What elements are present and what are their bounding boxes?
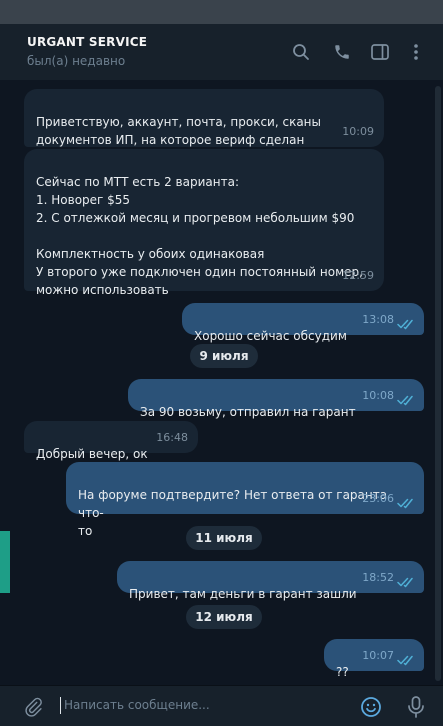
text-caret bbox=[60, 697, 61, 714]
attach-icon[interactable] bbox=[22, 696, 44, 718]
microphone-icon[interactable] bbox=[405, 696, 427, 718]
window-top-strip bbox=[0, 0, 443, 24]
chat-header: URGANT SERVICE был(а) недавно bbox=[0, 24, 443, 81]
active-chat-indicator bbox=[0, 531, 10, 593]
phone-icon[interactable] bbox=[332, 42, 352, 62]
message-time: 10:09 bbox=[342, 125, 374, 138]
double-check-icon bbox=[397, 395, 413, 406]
message-composer: Написать сообщение... bbox=[0, 685, 443, 726]
message-incoming[interactable]: Сейчас по МТТ есть 2 варианта: 1. Новоре… bbox=[24, 149, 384, 297]
emoji-icon[interactable] bbox=[360, 696, 382, 718]
message-text: Приветствую, аккаунт, почта, прокси, ска… bbox=[36, 115, 321, 147]
message-outgoing[interactable]: ?? 10:07 bbox=[324, 639, 424, 679]
message-incoming[interactable]: Приветствую, аккаунт, почта, прокси, ска… bbox=[24, 89, 384, 147]
message-outgoing[interactable]: Привет, там деньги в гарант зашли 18:52 bbox=[117, 561, 424, 601]
chat-status: был(а) недавно bbox=[27, 54, 126, 68]
message-time: 16:48 bbox=[156, 431, 188, 444]
search-icon[interactable] bbox=[291, 42, 311, 62]
date-separator: 11 июля bbox=[186, 526, 262, 550]
message-text: Сейчас по МТТ есть 2 варианта: 1. Новоре… bbox=[36, 175, 363, 297]
message-text: ?? bbox=[336, 665, 349, 679]
sidebar-toggle-icon[interactable] bbox=[370, 42, 390, 62]
double-check-icon bbox=[397, 319, 413, 330]
message-time: 18:52 bbox=[362, 571, 394, 584]
date-separator: 9 июля bbox=[190, 344, 258, 368]
double-check-icon bbox=[397, 498, 413, 509]
chat-title[interactable]: URGANT SERVICE bbox=[27, 35, 147, 49]
double-check-icon bbox=[397, 655, 413, 666]
scrollbar[interactable] bbox=[435, 86, 441, 681]
message-text: Привет, там деньги в гарант зашли bbox=[129, 587, 357, 601]
message-text: За 90 возьму, отправил на гарант bbox=[140, 405, 356, 419]
message-incoming[interactable]: Добрый вечер, ок 16:48 bbox=[24, 421, 198, 461]
message-outgoing[interactable]: За 90 возьму, отправил на гарант 10:08 bbox=[128, 379, 424, 419]
date-separator: 12 июля bbox=[186, 605, 262, 629]
message-time: 10:08 bbox=[362, 389, 394, 402]
message-time: 13:08 bbox=[362, 313, 394, 326]
message-input[interactable]: Написать сообщение... bbox=[64, 698, 210, 712]
more-vertical-icon[interactable] bbox=[406, 42, 426, 62]
message-outgoing[interactable]: На форуме подтвердите? Нет ответа от гар… bbox=[66, 462, 424, 538]
message-time: 10:07 bbox=[362, 649, 394, 662]
message-text: Хорошо сейчас обсудим bbox=[194, 329, 347, 343]
double-check-icon bbox=[397, 577, 413, 588]
message-list[interactable]: Приветствую, аккаунт, почта, прокси, ска… bbox=[0, 81, 443, 685]
message-time: 23:06 bbox=[362, 492, 394, 505]
message-outgoing[interactable]: Хорошо сейчас обсудим 13:08 bbox=[182, 303, 424, 343]
message-text: Добрый вечер, ок bbox=[36, 447, 148, 461]
message-time: 12:59 bbox=[342, 269, 374, 282]
